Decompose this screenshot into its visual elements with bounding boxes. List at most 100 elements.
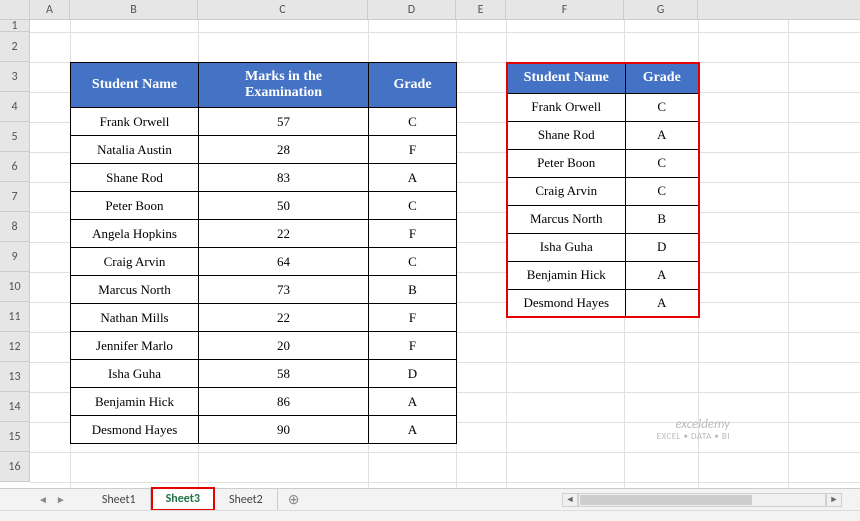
table-row[interactable]: Marcus North73B [71,276,457,304]
cell-name[interactable]: Isha Guha [507,233,625,261]
table-row[interactable]: Peter Boon50C [71,192,457,220]
cell-name[interactable]: Frank Orwell [71,108,199,136]
cell-name[interactable]: Angela Hopkins [71,220,199,248]
cell-marks[interactable]: 28 [199,136,369,164]
row-header-11[interactable]: 11 [0,302,30,332]
scroll-track[interactable] [578,493,826,507]
cell-grade[interactable]: C [625,93,699,121]
row-header-14[interactable]: 14 [0,392,30,422]
table-students-full[interactable]: Student Name Marks in the Examination Gr… [70,62,457,444]
th-marks[interactable]: Marks in the Examination [199,63,369,108]
cell-name[interactable]: Nathan Mills [71,304,199,332]
cell-grade[interactable]: B [625,205,699,233]
table-row[interactable]: Nathan Mills22F [71,304,457,332]
row-header-2[interactable]: 2 [0,32,30,62]
cell-marks[interactable]: 83 [199,164,369,192]
cell-name[interactable]: Benjamin Hick [507,261,625,289]
cell-grade[interactable]: A [369,416,457,444]
table-row[interactable]: Desmond HayesA [507,289,699,317]
table-row[interactable]: Isha Guha58D [71,360,457,388]
th-grade[interactable]: Grade [369,63,457,108]
row-header-4[interactable]: 4 [0,92,30,122]
table-row[interactable]: Isha GuhaD [507,233,699,261]
col-header-D[interactable]: D [368,0,456,19]
row-header-6[interactable]: 6 [0,152,30,182]
cell-name[interactable]: Jennifer Marlo [71,332,199,360]
table-row[interactable]: Desmond Hayes90A [71,416,457,444]
add-sheet-button[interactable]: ⊕ [278,488,310,511]
cell-grade[interactable]: C [369,248,457,276]
cell-marks[interactable]: 22 [199,304,369,332]
cell-marks[interactable]: 64 [199,248,369,276]
row-header-9[interactable]: 9 [0,242,30,272]
cell-name[interactable]: Benjamin Hick [71,388,199,416]
col-header-A[interactable]: A [30,0,70,19]
cell-grade[interactable]: B [369,276,457,304]
cell-grade[interactable]: A [369,164,457,192]
table-row[interactable]: Shane Rod83A [71,164,457,192]
th2-student-name[interactable]: Student Name [507,63,625,93]
cell-grade[interactable]: F [369,136,457,164]
cell-grade[interactable]: D [625,233,699,261]
table-row[interactable]: Jennifer Marlo20F [71,332,457,360]
cell-grade[interactable]: F [369,220,457,248]
table-row[interactable]: Peter BoonC [507,149,699,177]
row-header-3[interactable]: 3 [0,62,30,92]
cell-name[interactable]: Shane Rod [507,121,625,149]
row-header-8[interactable]: 8 [0,212,30,242]
col-header-F[interactable]: F [506,0,624,19]
cell-grade[interactable]: C [369,108,457,136]
cell-name[interactable]: Natalia Austin [71,136,199,164]
cell-grade[interactable]: A [625,289,699,317]
table-row[interactable]: Benjamin HickA [507,261,699,289]
scroll-left-icon[interactable]: ◄ [562,493,578,507]
cell-marks[interactable]: 86 [199,388,369,416]
cell-grade[interactable]: F [369,332,457,360]
row-header-7[interactable]: 7 [0,182,30,212]
table-row[interactable]: Craig ArvinC [507,177,699,205]
th-student-name[interactable]: Student Name [71,63,199,108]
row-header-12[interactable]: 12 [0,332,30,362]
cells-area[interactable]: Student Name Marks in the Examination Gr… [30,20,860,490]
cell-marks[interactable]: 73 [199,276,369,304]
cell-marks[interactable]: 22 [199,220,369,248]
col-header-G[interactable]: G [624,0,698,19]
cell-marks[interactable]: 90 [199,416,369,444]
table-row[interactable]: Angela Hopkins22F [71,220,457,248]
tab-nav-next-icon[interactable]: ► [54,491,68,508]
cell-grade[interactable]: D [369,360,457,388]
table-row[interactable]: Natalia Austin28F [71,136,457,164]
cell-name[interactable]: Marcus North [507,205,625,233]
col-header-C[interactable]: C [198,0,368,19]
table-students-filtered[interactable]: Student Name Grade Frank OrwellCShane Ro… [506,62,700,318]
cell-name[interactable]: Isha Guha [71,360,199,388]
cell-marks[interactable]: 57 [199,108,369,136]
row-header-15[interactable]: 15 [0,422,30,452]
table-row[interactable]: Marcus NorthB [507,205,699,233]
cell-name[interactable]: Shane Rod [71,164,199,192]
cell-name[interactable]: Desmond Hayes [507,289,625,317]
th2-grade[interactable]: Grade [625,63,699,93]
row-header-10[interactable]: 10 [0,272,30,302]
cell-grade[interactable]: F [369,304,457,332]
select-all-corner[interactable] [0,0,30,20]
row-header-13[interactable]: 13 [0,362,30,392]
sheet-tab-sheet2[interactable]: Sheet2 [215,489,278,511]
row-header-1[interactable]: 1 [0,20,30,32]
horizontal-scrollbar[interactable]: ◄ ► [562,490,842,510]
cell-grade[interactable]: C [369,192,457,220]
cell-grade[interactable]: A [625,121,699,149]
table-row[interactable]: Benjamin Hick86A [71,388,457,416]
table-row[interactable]: Frank Orwell57C [71,108,457,136]
tab-nav-prev-icon[interactable]: ◄ [36,491,50,508]
cell-marks[interactable]: 50 [199,192,369,220]
cell-name[interactable]: Peter Boon [507,149,625,177]
cell-name[interactable]: Peter Boon [71,192,199,220]
sheet-tab-sheet1[interactable]: Sheet1 [88,489,151,511]
cell-name[interactable]: Craig Arvin [507,177,625,205]
cell-marks[interactable]: 58 [199,360,369,388]
cell-grade[interactable]: A [369,388,457,416]
scroll-thumb[interactable] [580,495,752,505]
sheet-tab-sheet3[interactable]: Sheet3 [151,487,215,511]
row-header-16[interactable]: 16 [0,452,30,482]
